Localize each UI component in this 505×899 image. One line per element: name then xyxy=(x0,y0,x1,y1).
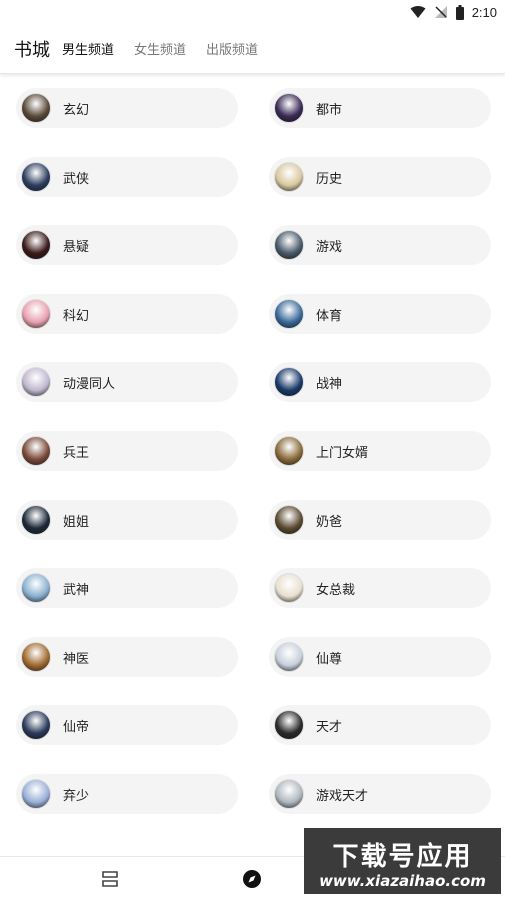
category-item[interactable]: 动漫同人 xyxy=(16,362,238,402)
category-item[interactable]: 女总裁 xyxy=(269,568,491,608)
category-label: 玄幻 xyxy=(63,102,90,118)
category-label: 武侠 xyxy=(63,171,90,187)
category-item[interactable]: 游戏 xyxy=(269,225,491,265)
category-label: 兵王 xyxy=(63,445,90,461)
compass-icon xyxy=(243,870,261,888)
category-cover-thumbnail xyxy=(21,230,51,260)
category-cover-thumbnail xyxy=(21,710,51,740)
category-item[interactable]: 游戏天才 xyxy=(269,774,491,814)
category-cover-thumbnail xyxy=(274,573,304,603)
category-row: 姐姐 奶爸 xyxy=(16,500,492,540)
category-item[interactable]: 仙尊 xyxy=(269,637,491,677)
category-label: 历史 xyxy=(316,171,343,187)
category-cover-thumbnail xyxy=(274,230,304,260)
category-cover-thumbnail xyxy=(21,367,51,397)
status-icons: 2:10 xyxy=(410,3,497,21)
category-row: 玄幻 都市 xyxy=(16,88,492,128)
category-row: 弃少 游戏天才 xyxy=(16,774,492,814)
category-label: 上门女婿 xyxy=(316,445,369,461)
category-label: 动漫同人 xyxy=(63,376,116,392)
category-item[interactable]: 武神 xyxy=(16,568,238,608)
category-cover-thumbnail xyxy=(274,779,304,809)
category-cover-thumbnail xyxy=(274,642,304,672)
category-cover-thumbnail xyxy=(274,436,304,466)
category-label: 游戏 xyxy=(316,239,343,255)
wifi-icon xyxy=(410,6,426,18)
watermark: 下载号应用 www.xiazaihao.com xyxy=(304,828,501,894)
category-row: 科幻 体育 xyxy=(16,294,492,334)
category-label: 悬疑 xyxy=(63,239,90,255)
status-time: 2:10 xyxy=(471,4,497,20)
category-label: 天才 xyxy=(316,719,343,735)
category-row: 武侠 历史 xyxy=(16,157,492,197)
battery-icon xyxy=(455,4,464,20)
category-item[interactable]: 体育 xyxy=(269,294,491,334)
category-row: 武神 女总裁 xyxy=(16,568,492,608)
category-cover-thumbnail xyxy=(274,505,304,535)
category-label: 游戏天才 xyxy=(316,788,369,804)
category-label: 仙尊 xyxy=(316,651,343,667)
category-item[interactable]: 悬疑 xyxy=(16,225,238,265)
bookshelf-icon xyxy=(102,871,118,887)
category-item[interactable]: 都市 xyxy=(269,88,491,128)
watermark-title: 下载号应用 xyxy=(332,842,473,872)
tab-publish-channel[interactable]: 出版频道 xyxy=(206,39,258,58)
no-signal-icon xyxy=(434,6,447,18)
category-cover-thumbnail xyxy=(21,779,51,809)
bookshelf-nav-button[interactable] xyxy=(98,867,122,891)
watermark-url: www.xiazaihao.com xyxy=(319,872,486,890)
category-cover-thumbnail xyxy=(21,436,51,466)
category-item[interactable]: 奶爸 xyxy=(269,500,491,540)
category-item[interactable]: 兵王 xyxy=(16,431,238,471)
category-item[interactable]: 科幻 xyxy=(16,294,238,334)
status-bar: 2:10 xyxy=(0,0,505,24)
category-cover-thumbnail xyxy=(274,162,304,192)
category-row: 悬疑 游戏 xyxy=(16,225,492,265)
category-cover-thumbnail xyxy=(274,93,304,123)
category-cover-thumbnail xyxy=(21,93,51,123)
tab-male-channel[interactable]: 男生频道 xyxy=(62,39,114,58)
category-label: 都市 xyxy=(316,102,343,118)
category-label: 武神 xyxy=(63,582,90,598)
category-cover-thumbnail xyxy=(21,299,51,329)
category-cover-thumbnail xyxy=(21,573,51,603)
category-cover-thumbnail xyxy=(274,367,304,397)
category-label: 科幻 xyxy=(63,308,90,324)
tab-female-channel[interactable]: 女生频道 xyxy=(134,39,186,58)
category-row: 动漫同人 战神 xyxy=(16,362,492,402)
category-label: 战神 xyxy=(316,376,343,392)
category-item[interactable]: 武侠 xyxy=(16,157,238,197)
category-item[interactable]: 仙帝 xyxy=(16,705,238,745)
category-label: 神医 xyxy=(63,651,90,667)
category-label: 仙帝 xyxy=(63,719,90,735)
category-item[interactable]: 弃少 xyxy=(16,774,238,814)
category-cover-thumbnail xyxy=(21,505,51,535)
category-row: 神医 仙尊 xyxy=(16,637,492,677)
category-cover-thumbnail xyxy=(21,642,51,672)
category-label: 奶爸 xyxy=(316,514,343,530)
category-cover-thumbnail xyxy=(21,162,51,192)
category-item[interactable]: 天才 xyxy=(269,705,491,745)
category-cover-thumbnail xyxy=(274,299,304,329)
category-item[interactable]: 历史 xyxy=(269,157,491,197)
category-label: 女总裁 xyxy=(316,582,356,598)
category-item[interactable]: 玄幻 xyxy=(16,88,238,128)
category-label: 姐姐 xyxy=(63,514,90,530)
discover-nav-button[interactable] xyxy=(240,867,264,891)
category-item[interactable]: 战神 xyxy=(269,362,491,402)
category-label: 弃少 xyxy=(63,788,90,804)
category-item[interactable]: 姐姐 xyxy=(16,500,238,540)
category-item[interactable]: 神医 xyxy=(16,637,238,677)
category-label: 体育 xyxy=(316,308,343,324)
category-row: 仙帝 天才 xyxy=(16,705,492,745)
top-header: 书城 男生频道 女生频道 出版频道 xyxy=(0,24,505,74)
page-title: 书城 xyxy=(14,39,50,61)
category-item[interactable]: 上门女婿 xyxy=(269,431,491,471)
category-row: 兵王 上门女婿 xyxy=(16,431,492,471)
category-cover-thumbnail xyxy=(274,710,304,740)
